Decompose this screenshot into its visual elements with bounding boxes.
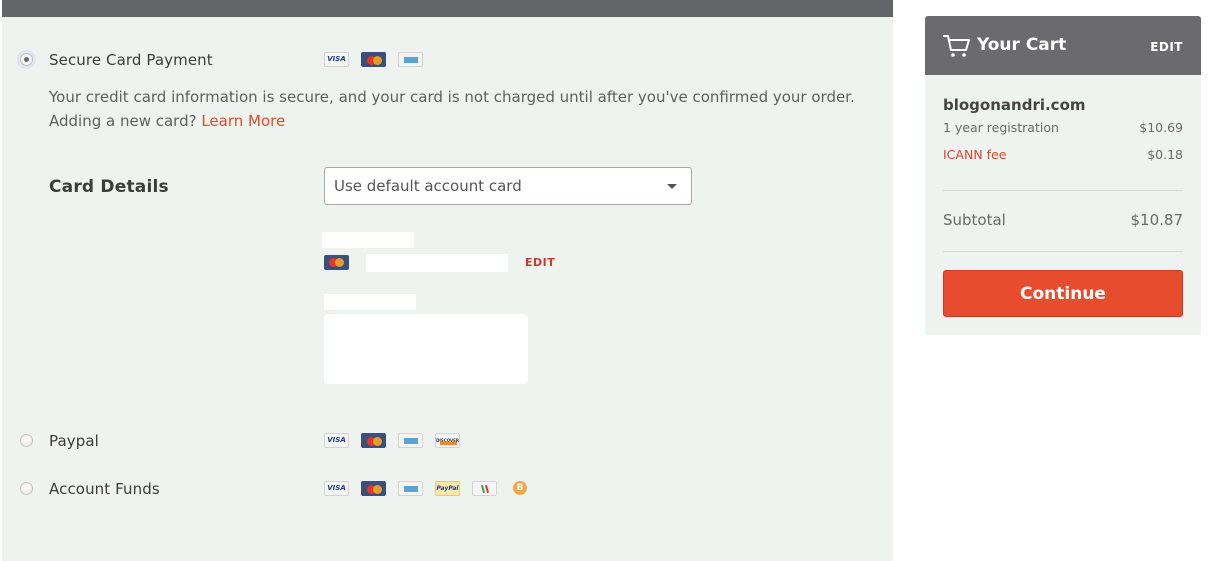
- secure-card-methods: VISA: [324, 51, 423, 67]
- visa-icon: VISA: [324, 432, 349, 448]
- amex-icon: [398, 51, 423, 67]
- cart-edit-link[interactable]: EDIT: [1150, 40, 1183, 54]
- line-item-label: 1 year registration: [943, 120, 1059, 135]
- mastercard-icon: [361, 480, 386, 496]
- paypal-icon: PayPal: [435, 480, 460, 496]
- secure-card-payment-radio[interactable]: [20, 53, 33, 66]
- amex-icon: [398, 432, 423, 448]
- account-funds-label[interactable]: Account Funds: [49, 480, 160, 498]
- account-funds-methods: VISA PayPal B: [324, 480, 527, 496]
- card-select-value: Use default account card: [334, 177, 522, 195]
- shopping-cart-icon: [943, 35, 970, 57]
- caret-down-icon: [667, 184, 677, 189]
- wallet-icon: [472, 480, 497, 496]
- paypal-methods: VISA DISCOVER: [324, 432, 460, 448]
- redacted-card-number: [366, 254, 508, 272]
- paypal-radio[interactable]: [20, 434, 33, 447]
- cart-domain: blogonandri.com: [943, 96, 1086, 114]
- cart-line-item: 1 year registration $10.69: [943, 120, 1183, 135]
- redacted-billing-name: [324, 294, 416, 310]
- redacted-billing-address: [324, 314, 528, 384]
- cart-header: Your Cart EDIT: [925, 16, 1201, 75]
- continue-button[interactable]: Continue: [943, 270, 1183, 317]
- mastercard-icon: [324, 255, 349, 270]
- adding-card-prompt: Adding a new card?: [49, 112, 197, 130]
- paypal-label[interactable]: Paypal: [49, 432, 99, 450]
- line-item-price: $10.69: [1139, 120, 1183, 135]
- description-text: Your credit card information is secure, …: [49, 88, 855, 106]
- bitcoin-icon: B: [513, 481, 527, 495]
- mastercard-icon: [361, 51, 386, 67]
- secure-card-payment-label[interactable]: Secure Card Payment: [49, 51, 213, 69]
- cart-subtotal: Subtotal $10.87: [943, 211, 1183, 229]
- subtotal-value: $10.87: [1130, 211, 1184, 229]
- visa-icon: VISA: [324, 51, 349, 67]
- cart-title: Your Cart: [977, 35, 1067, 55]
- line-item-price: $0.18: [1147, 147, 1183, 162]
- learn-more-link[interactable]: Learn More: [201, 112, 285, 130]
- mastercard-icon: [361, 432, 386, 448]
- subtotal-label: Subtotal: [943, 211, 1006, 229]
- account-funds-radio[interactable]: [20, 482, 33, 495]
- discover-icon: DISCOVER: [435, 432, 460, 448]
- top-bar: [2, 0, 893, 17]
- divider: [943, 251, 1183, 252]
- card-details-label: Card Details: [49, 177, 169, 197]
- cart-line-item: ICANN fee $0.18: [943, 147, 1183, 162]
- card-edit-link[interactable]: EDIT: [525, 256, 555, 269]
- cart-panel: Your Cart EDIT blogonandri.com 1 year re…: [925, 16, 1201, 335]
- payment-panel: Secure Card Payment VISA Your credit car…: [2, 0, 893, 561]
- icann-fee-link[interactable]: ICANN fee: [943, 147, 1006, 162]
- card-select-dropdown[interactable]: Use default account card: [324, 167, 692, 205]
- divider: [943, 190, 1183, 191]
- redacted-cardholder: [322, 232, 414, 248]
- secure-payment-description: Your credit card information is secure, …: [49, 85, 869, 133]
- visa-icon: VISA: [324, 480, 349, 496]
- amex-icon: [398, 480, 423, 496]
